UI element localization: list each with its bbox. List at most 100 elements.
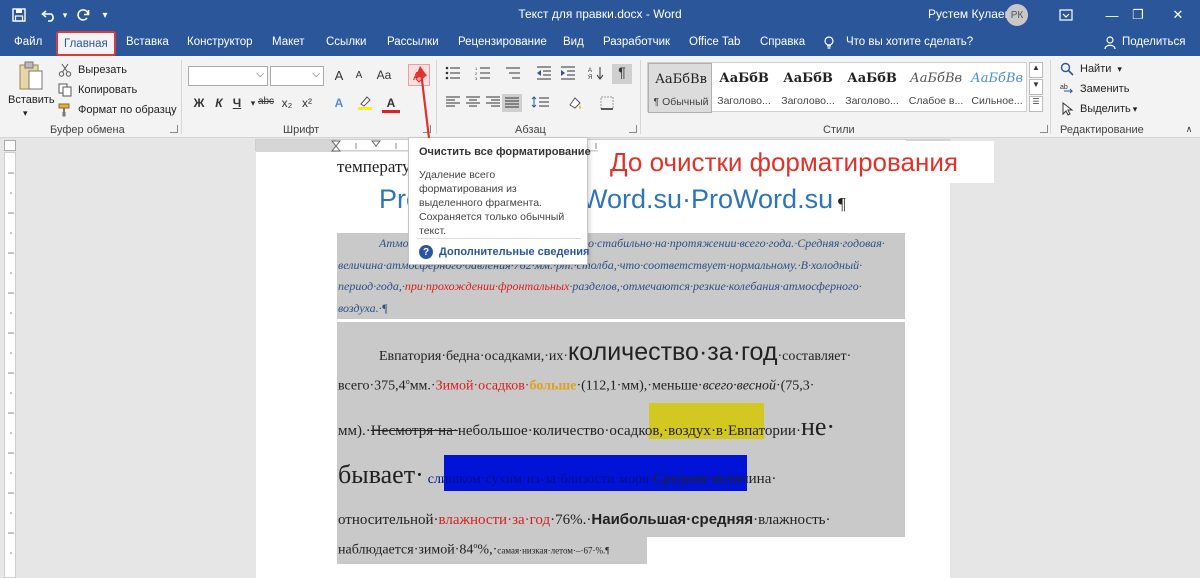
vertical-ruler[interactable] xyxy=(4,152,16,578)
tooltip-title: Очистить все форматирование xyxy=(419,146,591,158)
styles-launcher-icon[interactable] xyxy=(1040,125,1048,133)
italic-button[interactable]: К xyxy=(210,96,228,110)
font-size-input[interactable]: ⌵ xyxy=(270,66,324,86)
numbering-icon[interactable]: 123 xyxy=(473,66,493,83)
justify-icon[interactable] xyxy=(502,94,522,112)
superscript-button[interactable]: x² xyxy=(298,96,316,110)
doc-text-bold: Наибольшая·средняя xyxy=(591,511,754,528)
decrease-indent-icon[interactable] xyxy=(534,66,554,83)
subscript-button[interactable]: x₂ xyxy=(278,96,296,110)
bold-button[interactable]: Ж xyxy=(190,96,208,110)
align-left-icon[interactable] xyxy=(444,96,462,111)
doc-text-fragment: температу xyxy=(337,157,411,176)
font-name-input[interactable]: ⌵ xyxy=(188,66,268,86)
ribbon-display-icon[interactable] xyxy=(1044,0,1088,30)
tab-view[interactable]: Вид xyxy=(563,36,584,48)
user-name[interactable]: Рустем Кулаев xyxy=(928,7,1011,21)
doc-text: ·(112,1·мм),·меньше· xyxy=(576,378,703,394)
tab-design[interactable]: Конструктор xyxy=(187,36,253,48)
chevron-down-icon: ⌵ xyxy=(256,69,264,80)
style-name: Сильное... xyxy=(971,95,1023,107)
show-formatting-marks-button[interactable]: ¶ xyxy=(612,64,632,84)
bullets-icon[interactable] xyxy=(443,66,463,83)
collapse-ribbon-icon[interactable]: ∧ xyxy=(1180,124,1198,135)
styles-group-label: Стили xyxy=(823,124,855,136)
svg-text:A: A xyxy=(588,68,592,74)
tab-mailings[interactable]: Рассылки xyxy=(387,36,439,48)
tooltip-description: Удаление всего форматирования из выделен… xyxy=(419,169,565,237)
shrink-font-button[interactable]: A xyxy=(350,70,368,81)
doc-text: ·влажность· xyxy=(753,512,831,528)
cut-button[interactable]: Вырезать xyxy=(58,63,127,77)
paragraph-launcher-icon[interactable] xyxy=(629,125,637,133)
tab-file[interactable]: Файл xyxy=(14,36,42,48)
doc-text: ·Средняя·величина· xyxy=(648,471,777,487)
tab-layout[interactable]: Макет xyxy=(272,36,305,48)
format-painter-button[interactable]: Формат по образцу xyxy=(58,103,177,117)
increase-indent-icon[interactable] xyxy=(558,66,578,83)
help-icon[interactable]: ? xyxy=(419,245,433,259)
doc-text: период·года,· xyxy=(338,279,405,293)
line-spacing-icon[interactable] xyxy=(528,96,552,111)
close-button[interactable]: ✕ xyxy=(1156,0,1200,30)
scissors-icon xyxy=(58,63,74,77)
font-color-button[interactable]: A xyxy=(382,96,400,113)
restore-button[interactable]: ❐ xyxy=(1116,0,1160,30)
tab-references[interactable]: Ссылки xyxy=(326,36,367,48)
share-icon[interactable] xyxy=(1104,36,1118,53)
align-right-icon[interactable] xyxy=(484,96,502,111)
clipboard-paste-icon[interactable] xyxy=(18,61,44,91)
svg-text:ab: ab xyxy=(1060,84,1068,91)
group-separator xyxy=(181,60,182,134)
copy-button[interactable]: Копировать xyxy=(58,83,137,97)
tooltip-more-info-link[interactable]: Дополнительные сведения xyxy=(439,246,589,258)
paste-button[interactable]: Вставить xyxy=(8,94,55,106)
copy-label: Копировать xyxy=(78,84,138,96)
style-sample: АаБбВв xyxy=(970,71,1024,86)
replace-button[interactable]: ab Заменить xyxy=(1060,82,1129,96)
style-normal[interactable]: АаБбВв ¶ Обычный xyxy=(648,63,712,113)
tab-review[interactable]: Рецензирование xyxy=(458,36,547,48)
styles-scroll-up-icon[interactable]: ▲ xyxy=(1029,62,1043,78)
doc-text-red: влажности·за·год xyxy=(438,512,551,528)
grow-font-button[interactable]: A xyxy=(330,68,348,83)
style-heading-1[interactable]: АаБбВ Заголово... xyxy=(712,63,776,113)
avatar[interactable]: РК xyxy=(1006,4,1028,26)
tell-me-search[interactable]: Что вы хотите сделать? xyxy=(846,36,973,48)
group-separator xyxy=(1050,60,1051,134)
highlight-icon[interactable] xyxy=(356,94,374,113)
style-intense-emphasis[interactable]: АаБбВв Сильное... xyxy=(968,63,1026,113)
tab-developer[interactable]: Разработчик xyxy=(603,36,670,48)
doc-text-red: Зимой·осадков· xyxy=(435,378,530,394)
clipboard-launcher-icon[interactable] xyxy=(170,125,178,133)
borders-icon[interactable] xyxy=(596,96,618,113)
doc-text: ·в·Евпатории· xyxy=(710,423,801,439)
share-button[interactable]: Поделиться xyxy=(1122,36,1186,48)
doc-line: Атмо xyxy=(379,236,409,250)
multilevel-list-icon[interactable] xyxy=(503,66,523,83)
style-subtle-emphasis[interactable]: АаБбВв Слабое в... xyxy=(904,63,968,113)
strikethrough-button[interactable]: abc xyxy=(256,96,276,107)
tab-insert[interactable]: Вставка xyxy=(126,36,169,48)
sort-icon[interactable]: AЯ xyxy=(586,66,606,83)
select-button[interactable]: Выделить ▾ xyxy=(1060,101,1137,116)
styles-scroll-down-icon[interactable]: ▼ xyxy=(1029,79,1043,95)
styles-more-icon[interactable]: ☰ xyxy=(1029,96,1043,112)
chevron-down-icon: ▾ xyxy=(1117,63,1122,74)
align-center-icon[interactable] xyxy=(464,96,482,111)
doc-text-highlighted: осадков,·воздух xyxy=(609,423,711,439)
text-effects-button[interactable]: A xyxy=(330,96,348,110)
lightbulb-icon xyxy=(823,36,835,53)
paste-dropdown-icon[interactable]: ▾ xyxy=(23,108,28,119)
style-name: Заголово... xyxy=(845,95,899,107)
tab-help[interactable]: Справка xyxy=(760,36,805,48)
tab-home[interactable]: Главная xyxy=(56,31,116,56)
tab-officetab[interactable]: Office Tab xyxy=(689,36,740,48)
styles-gallery: АаБбВв ¶ Обычный АаБбВ Заголово... АаБбВ… xyxy=(647,62,1027,113)
style-heading-3[interactable]: АаБбВ Заголово... xyxy=(840,63,904,113)
tab-selector-icon[interactable] xyxy=(4,140,16,151)
style-heading-2[interactable]: АаБбВ Заголово... xyxy=(776,63,840,113)
change-case-button[interactable]: Aa xyxy=(372,68,396,82)
shading-icon[interactable] xyxy=(564,96,586,113)
find-button[interactable]: Найти ▾ xyxy=(1060,62,1122,76)
